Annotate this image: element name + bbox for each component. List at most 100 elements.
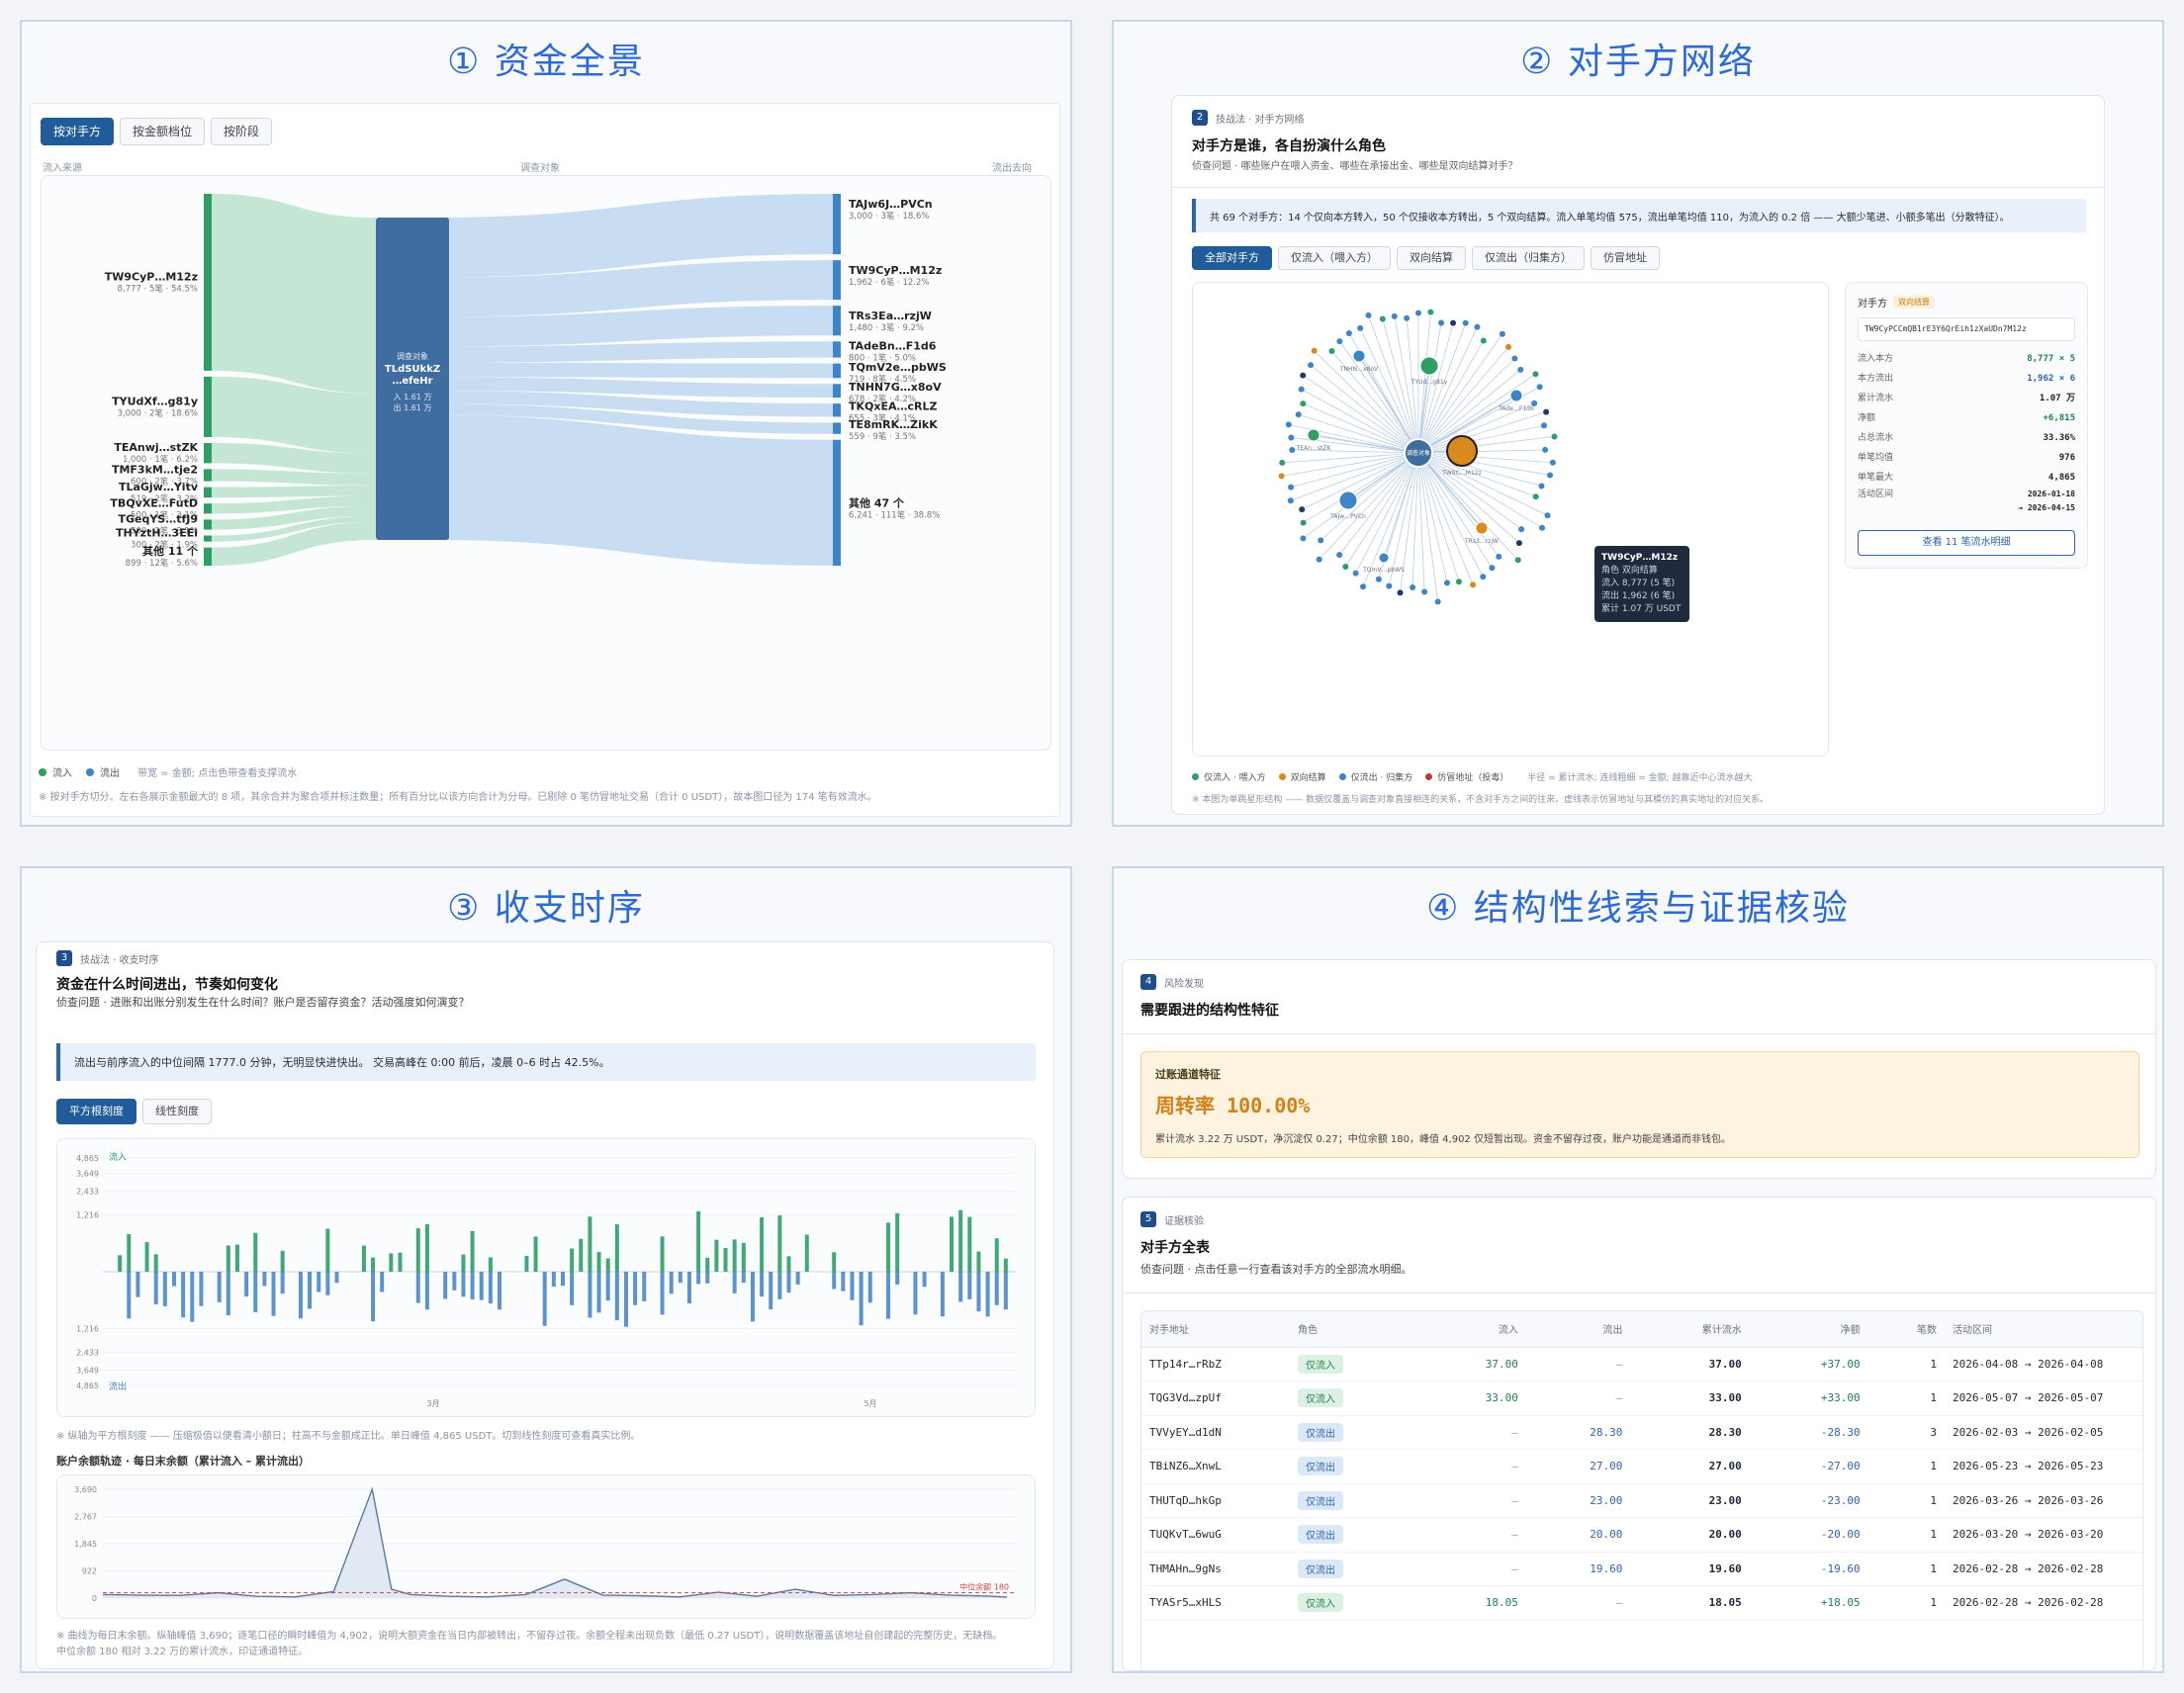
outflow-bar: [750, 1272, 755, 1322]
table-cell: 19.60: [1630, 1552, 1750, 1586]
detail-address[interactable]: TW9CyPCCmQB1rE3Y6QrEih1zXaUDn7M12z: [1858, 317, 2075, 341]
table-row[interactable]: TVVyEY…d1dN 仅流出 –28.30 28.30 -28.30 3 2026-02-…: [1141, 1415, 2142, 1450]
inflow-bar: [127, 1233, 132, 1272]
outflow-label: TNHN7G…x8oV: [849, 381, 942, 394]
network-edge: [1417, 326, 1478, 454]
counterparty-node-label: TQmV…pbWS: [1362, 567, 1405, 574]
y-tick: 2,767: [74, 1513, 97, 1522]
network-frame: TNHN…x8oV TYUd…g81y TAde…F1d6 TEAn…stZK TW9C…: [1192, 282, 1829, 757]
inflow-bar: [371, 1257, 376, 1272]
counterparty-node: [1443, 579, 1450, 586]
tab-sqrt-scale[interactable]: 平方根刻度: [56, 1099, 136, 1124]
inflow-bar: [660, 1236, 665, 1272]
table-cell: 28.30: [1525, 1415, 1631, 1450]
outflow-bar: [253, 1272, 258, 1312]
outflow-node: [833, 363, 841, 379]
detail-key: 本方流出: [1858, 374, 1894, 384]
counterparty-node: [1538, 483, 1545, 490]
table-row[interactable]: TYASr5…xHLS 仅流入 18.05–18.05 +18.05 1 2026-02-…: [1141, 1585, 2142, 1621]
turnover-rate: 周转率 100.00%: [1155, 1094, 1311, 1117]
network-edge: [1417, 424, 1545, 454]
outflow-node: [833, 341, 841, 358]
inflow-bar: [253, 1232, 258, 1272]
outflow-meta: 559 · 9笔 · 3.5%: [849, 431, 916, 442]
table-row[interactable]: TTp14r…rRbZ 仅流入 37.00–37.00 +37.00 1 2026-04-…: [1141, 1347, 2142, 1381]
column-header[interactable]: 角色: [1290, 1311, 1422, 1348]
counterparty-node: [1288, 484, 1295, 490]
column-header[interactable]: 净额: [1749, 1311, 1868, 1348]
tab-by-stage[interactable]: 按阶段: [211, 118, 273, 145]
table-row[interactable]: TBiNZ6…XnwL 仅流出 –27.00 27.00 -27.00 1 2026-05-…: [1141, 1449, 2142, 1484]
table-row[interactable]: TQG3Vd…zpUf 仅流入 33.00–33.00 +33.00 1 2026-05-…: [1141, 1381, 2142, 1416]
detail-row: 流入本方 8,777 × 5: [1858, 349, 2075, 369]
tooltip-title: TW9CyP…M12z: [1601, 553, 1679, 563]
section-heading: 对手方全表: [1140, 1240, 1210, 1256]
detail-value: 33.36%: [2043, 433, 2075, 443]
tab-linear-scale[interactable]: 线性刻度: [142, 1099, 212, 1124]
outflow-bar: [633, 1272, 638, 1305]
detail-key: 活动区间: [1858, 490, 1894, 499]
detail-value: 8,777 × 5: [2027, 354, 2075, 364]
column-header[interactable]: 活动区间: [1945, 1311, 2142, 1348]
detail-title: 对手方: [1858, 299, 1887, 310]
counterparty-node-major: [1338, 490, 1358, 510]
sankey-card: 按对手方 按金额档位 按阶段 流入来源 调查对象 流出去向 TW9CyP…M12z 8…: [30, 103, 1060, 817]
inflow-bar: [280, 1250, 285, 1272]
table-cell: 2026-05-23 → 2026-05-23: [1945, 1449, 2142, 1484]
tab-bidirectional[interactable]: 双向结算: [1397, 246, 1466, 270]
column-header[interactable]: 累计流水: [1630, 1311, 1750, 1348]
column-header[interactable]: 流出: [1525, 1311, 1631, 1348]
outflow-bar: [153, 1272, 158, 1304]
inflow-meta: 899 · 12笔 · 5.6%: [126, 558, 198, 569]
table-cell: 仅流出: [1290, 1483, 1422, 1518]
table-cell: TBiNZ6…XnwL: [1141, 1449, 1290, 1484]
table-cell: 仅流入: [1290, 1585, 1422, 1621]
outflow-bar: [127, 1272, 132, 1319]
inflow-bar: [958, 1209, 963, 1272]
counterparty-node: [1544, 512, 1551, 519]
counterparty-node: [1342, 564, 1349, 571]
tab-by-amount[interactable]: 按金额档位: [120, 118, 206, 145]
role-badge: 仅流出: [1298, 1559, 1343, 1578]
column-header[interactable]: 笔数: [1867, 1311, 1945, 1348]
tab-in-only[interactable]: 仅流入（喂入方）: [1278, 246, 1391, 270]
counterparty-node: [1518, 526, 1525, 533]
counterparty-node: [1427, 309, 1434, 315]
panel-structural-clues: ④ 结构性线索与证据核验 4 风险发现 需要跟进的结构性特征 过账通道特征 周转率…: [1112, 866, 2164, 1673]
outflow-node: [833, 439, 841, 566]
column-header[interactable]: 流入: [1421, 1311, 1526, 1348]
counterparty-node: [1480, 337, 1487, 344]
network-edge: [1303, 452, 1419, 523]
view-transactions-button[interactable]: 查看 11 笔流水明细: [1858, 530, 2075, 556]
column-header[interactable]: 对手地址: [1141, 1311, 1290, 1348]
tab-fake-address[interactable]: 仿冒地址: [1591, 246, 1660, 270]
scale-tabs: 平方根刻度 线性刻度: [56, 1099, 218, 1124]
table-cell: 23.00: [1525, 1483, 1631, 1518]
table-row[interactable]: TUQKvT…6wuG 仅流出 –20.00 20.00 -20.00 1 2026-03-…: [1141, 1517, 2142, 1553]
network-edge: [1359, 327, 1419, 454]
outflow-bar: [190, 1272, 195, 1322]
outflow-bar: [867, 1272, 872, 1303]
detail-key: 流入本方: [1858, 354, 1894, 364]
y-tick: 1,845: [74, 1540, 97, 1549]
counterparty-node: [1375, 576, 1382, 582]
table-cell: +18.05: [1749, 1585, 1868, 1621]
tab-all[interactable]: 全部对手方: [1192, 246, 1272, 270]
table-row[interactable]: THMAHn…9gNs 仅流出 –19.60 19.60 -19.60 1 2026-02-…: [1141, 1552, 2142, 1586]
outflow-meta: 1,480 · 3笔 · 9.2%: [849, 322, 924, 333]
inflow-bar: [895, 1212, 900, 1272]
table-cell: 3: [1867, 1415, 1945, 1450]
table-row[interactable]: THUTqD…hkGp 仅流出 –23.00 23.00 -23.00 1 2026-03-…: [1141, 1483, 2142, 1518]
counterparty-node: [1410, 583, 1416, 590]
outflow-node: [833, 384, 841, 399]
outflow-bar: [551, 1272, 556, 1288]
outflow-bar: [244, 1272, 249, 1297]
inflow-bar: [398, 1252, 403, 1272]
outflow-bar: [678, 1272, 682, 1284]
counterparty-node: [1532, 371, 1539, 378]
tab-out-only[interactable]: 仅流出（归集方）: [1472, 246, 1585, 270]
counterparty-table-card: 5 证据核验 对手方全表 侦查问题 · 点击任意一行查看该对手方的全部流水明细。 …: [1122, 1197, 2156, 1671]
tab-by-counterparty[interactable]: 按对手方: [41, 118, 115, 145]
detail-row: 净额 +6,815: [1858, 408, 2075, 428]
network-edge: [1319, 452, 1419, 561]
